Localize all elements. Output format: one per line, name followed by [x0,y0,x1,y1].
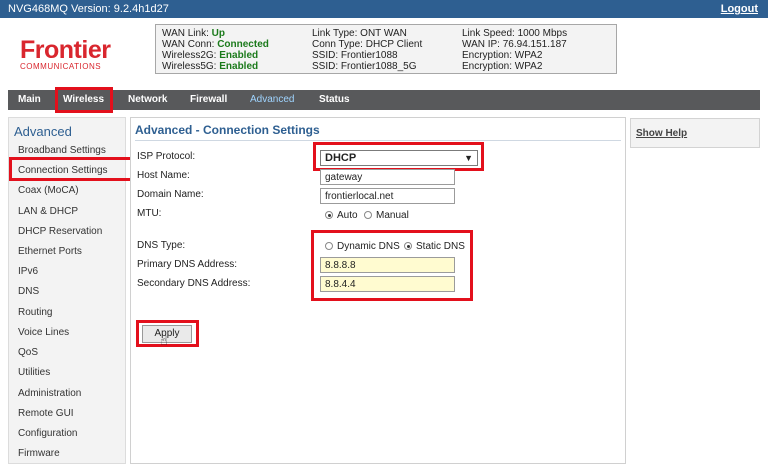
sidebar-item-qos[interactable]: QoS [18,347,38,358]
isp-protocol-label: ISP Protocol: [137,151,196,162]
sidebar-item-dhcp-reservation[interactable]: DHCP Reservation [18,226,102,237]
status-col-wan: WAN Link: Up WAN Conn: Connected Wireles… [162,28,312,72]
main-nav: Main Wireless Network Firewall Advanced … [8,90,760,110]
status-encryption-2g: Encryption: WPA2 [462,50,543,61]
sidebar-item-administration[interactable]: Administration [18,388,81,399]
sidebar-item-ipv6[interactable]: IPv6 [18,266,38,277]
status-col-link: Link Type: ONT WAN Conn Type: DHCP Clien… [312,28,462,72]
isp-protocol-highlight-box [313,142,484,171]
static-dns-label: Static DNS [416,241,465,252]
status-wan-ip: WAN IP: 76.94.151.187 [462,39,567,50]
host-name-input[interactable]: gateway [320,169,455,185]
connection-settings-highlight-box [9,157,134,181]
status-link-type: Link Type: ONT WAN [312,28,407,39]
host-name-label: Host Name: [137,170,190,181]
sidebar-item-voice-lines[interactable]: Voice Lines [18,327,69,338]
status-wireless5g: Wireless5G: Enabled [162,61,259,72]
static-dns-radio[interactable] [404,242,412,250]
title-divider [135,140,621,141]
mtu-auto-label: Auto [337,210,358,221]
status-panel: WAN Link: Up WAN Conn: Connected Wireles… [155,24,617,74]
primary-dns-input[interactable]: 8.8.8.8 [320,257,455,273]
status-col-speed: Link Speed: 1000 Mbps WAN IP: 76.94.151.… [462,28,612,72]
sidebar-item-coax[interactable]: Coax (MoCA) [18,185,79,196]
primary-dns-label: Primary DNS Address: [137,259,238,270]
sidebar-title: Advanced [14,124,72,139]
mtu-label: MTU: [137,208,162,219]
logout-link[interactable]: Logout [721,3,758,15]
secondary-dns-input[interactable]: 8.8.4.4 [320,276,455,292]
status-ssid-2g: SSID: Frontier1088 [312,50,398,61]
sidebar-item-firmware[interactable]: Firmware [18,448,60,459]
firmware-version: NVG468MQ Version: 9.2.4h1d27 [8,3,169,15]
sidebar-item-dns[interactable]: DNS [18,286,39,297]
domain-name-label: Domain Name: [137,189,204,200]
nav-status[interactable]: Status [319,94,350,105]
nav-main[interactable]: Main [18,94,41,105]
sidebar-item-remote-gui[interactable]: Remote GUI [18,408,74,419]
status-link-speed: Link Speed: 1000 Mbps [462,28,568,39]
nav-advanced[interactable]: Advanced [250,94,294,105]
nav-firewall[interactable]: Firewall [190,94,227,105]
dynamic-dns-radio[interactable] [325,242,333,250]
status-conn-type: Conn Type: DHCP Client [312,39,423,50]
status-encryption-5g: Encryption: WPA2 [462,61,543,72]
sidebar-item-routing[interactable]: Routing [18,307,52,318]
mtu-auto-radio[interactable] [325,211,333,219]
mtu-manual-label: Manual [376,210,409,221]
top-bar: NVG468MQ Version: 9.2.4h1d27 Logout [0,0,768,18]
dns-type-label: DNS Type: [137,240,186,251]
status-wan-link: WAN Link: Up [162,28,225,39]
sidebar-item-ethernet-ports[interactable]: Ethernet Ports [18,246,82,257]
frontier-logo: Frontier COMMUNICATIONS [20,38,120,78]
status-wireless2g: Wireless2G: Enabled [162,50,259,61]
logo-brand: Frontier [20,36,111,64]
sidebar-item-lan-dhcp[interactable]: LAN & DHCP [18,206,78,217]
nav-network[interactable]: Network [128,94,167,105]
show-help-link[interactable]: Show Help [636,128,687,139]
dynamic-dns-label: Dynamic DNS [337,241,400,252]
status-wan-conn: WAN Conn: Connected [162,39,269,50]
hand-cursor-icon: ☝ [160,333,168,348]
secondary-dns-label: Secondary DNS Address: [137,278,251,289]
mtu-manual-radio[interactable] [364,211,372,219]
sidebar-item-utilities[interactable]: Utilities [18,367,50,378]
help-panel: Show Help [630,118,760,148]
status-ssid-5g: SSID: Frontier1088_5G [312,61,417,72]
sidebar-item-configuration[interactable]: Configuration [18,428,77,439]
sidebar-item-broadband-settings[interactable]: Broadband Settings [18,145,106,156]
domain-name-input[interactable]: frontierlocal.net [320,188,455,204]
page-title: Advanced - Connection Settings [135,123,320,137]
wireless-highlight-box [55,87,113,113]
